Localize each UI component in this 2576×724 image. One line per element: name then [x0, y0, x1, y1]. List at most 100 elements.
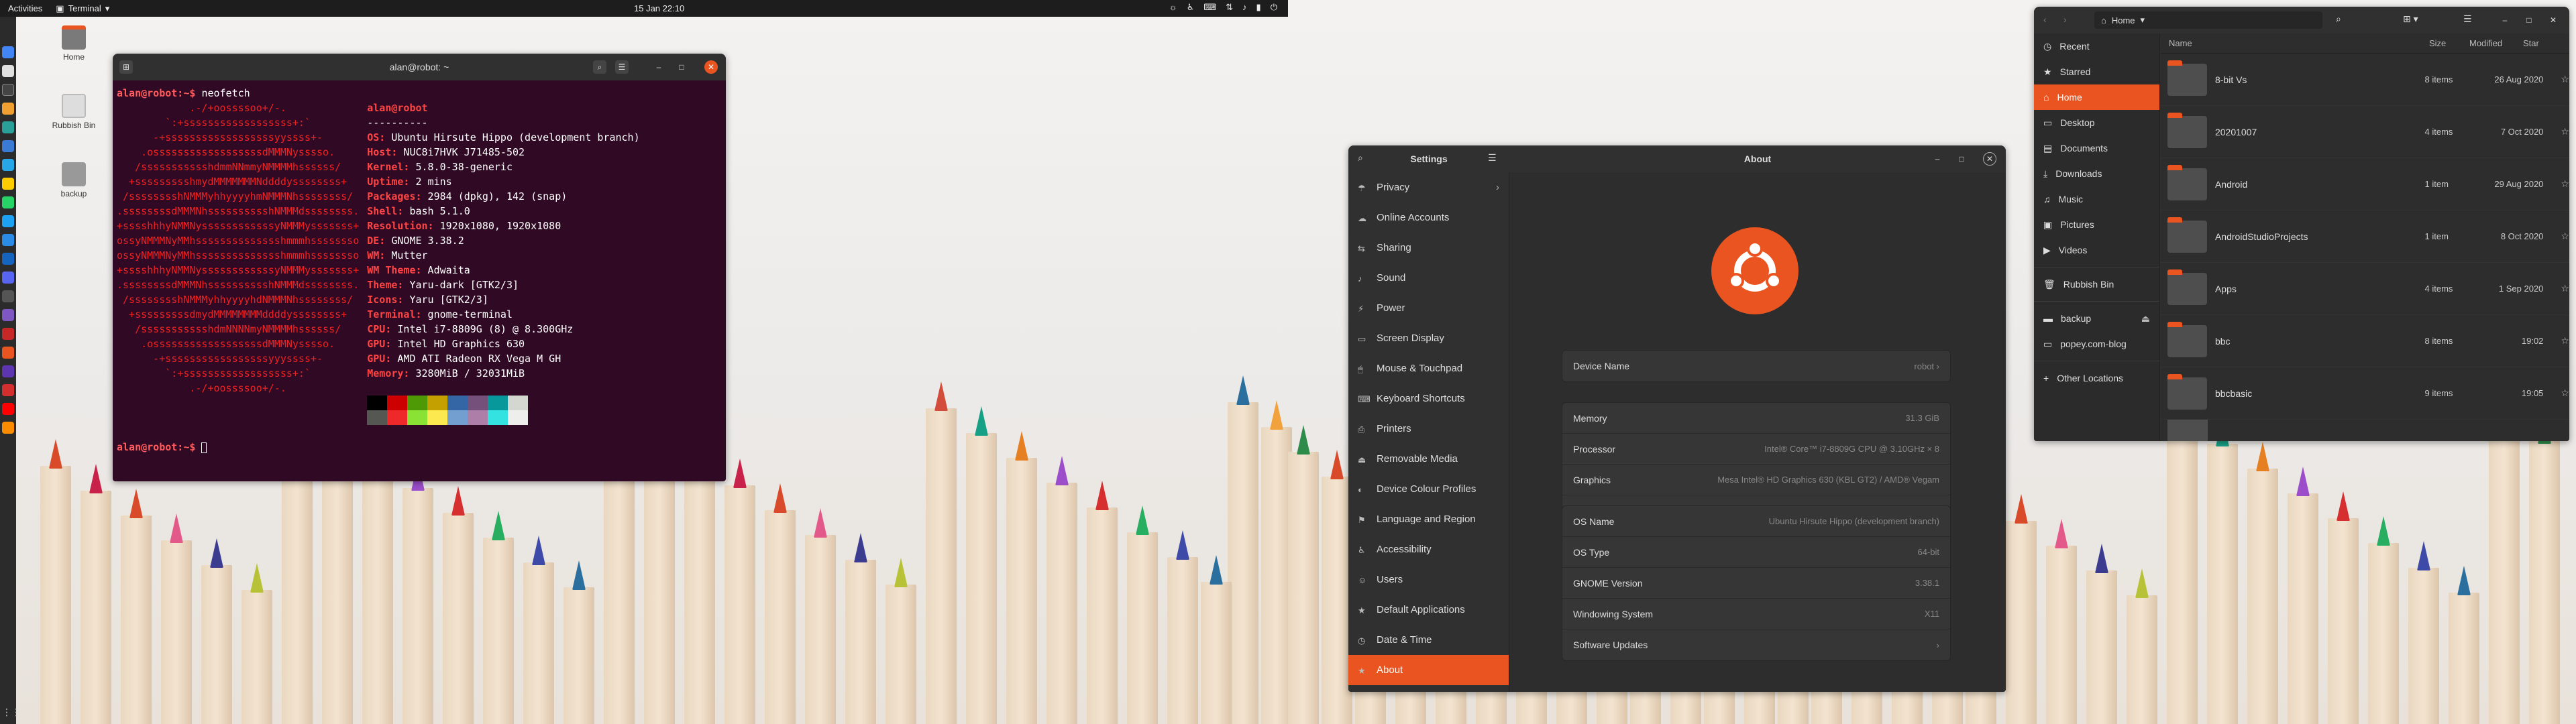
file-row[interactable]: Android 1 item 29 Aug 2020 ☆	[2161, 158, 2569, 210]
files-window[interactable]: ‹ › ⌂ Home ▾ ⌕ ⊞ ▾ ☰ – □ ✕ ◷ Recent ★ Starr…	[2034, 7, 2569, 441]
app-icon[interactable]	[2, 234, 14, 246]
settings-item-sharing[interactable]: ⇆ Sharing	[1348, 233, 1509, 263]
menu-icon[interactable]: ☰	[2463, 13, 2472, 25]
star-icon[interactable]: ☆	[2561, 178, 2569, 190]
star-icon[interactable]: ☆	[2561, 387, 2569, 399]
minimize-icon[interactable]: –	[2498, 13, 2512, 27]
settings-item-printers[interactable]: ⎙ Printers	[1348, 414, 1509, 444]
settings-item-users[interactable]: ☺ Users	[1348, 564, 1509, 595]
settings-titlebar[interactable]: ⌕ Settings ☰ About – □ ✕	[1348, 145, 2006, 172]
search-icon[interactable]: ⌕	[593, 60, 606, 74]
back-icon[interactable]: ‹	[2043, 14, 2047, 25]
path-bar[interactable]: ⌂ Home ▾	[2094, 11, 2322, 29]
sidebar-item-music[interactable]: ♫ Music	[2034, 186, 2159, 212]
new-tab-icon[interactable]: ⊞	[119, 60, 133, 74]
settings-item-mouse-touchpad[interactable]: 🖱 Mouse & Touchpad	[1348, 353, 1509, 383]
column-size[interactable]: Size	[2429, 38, 2469, 48]
maximize-icon[interactable]: □	[675, 60, 688, 74]
sidebar-item-backup[interactable]: ▬ backup ⏏	[2034, 306, 2159, 331]
app-icon[interactable]	[2, 140, 14, 152]
file-row[interactable]	[2161, 420, 2569, 441]
star-icon[interactable]: ☆	[2561, 231, 2569, 242]
column-star[interactable]: Star	[2523, 38, 2550, 48]
minimize-icon[interactable]: –	[652, 60, 665, 74]
sidebar-item-downloads[interactable]: ⤓ Downloads	[2034, 161, 2159, 186]
maximize-icon[interactable]: □	[1955, 152, 1968, 166]
terminal-window[interactable]: ⊞ alan@robot: ~ ⌕ ☰ – □ ✕ alan@robot:~$ …	[113, 54, 726, 481]
sidebar-item-rubbish-bin[interactable]: 🗑 Rubbish Bin	[2034, 272, 2159, 297]
app-icon[interactable]	[2, 253, 14, 265]
settings-item-privacy[interactable]: ☂ Privacy ›	[1348, 172, 1509, 202]
desktop-icon-backup[interactable]: backup	[50, 162, 97, 198]
twitter-icon[interactable]	[2, 215, 14, 227]
software-icon[interactable]	[2, 347, 14, 359]
file-row[interactable]: AndroidStudioProjects 1 item 8 Oct 2020 ☆	[2161, 210, 2569, 263]
sidebar-item-recent[interactable]: ◷ Recent	[2034, 34, 2159, 59]
files-icon[interactable]	[2, 65, 14, 77]
sidebar-item-pictures[interactable]: ▣ Pictures	[2034, 212, 2159, 237]
star-icon[interactable]: ☆	[2561, 283, 2569, 294]
app-menu[interactable]: ▣ Terminal ▾	[50, 3, 115, 14]
column-name[interactable]: Name	[2161, 38, 2429, 48]
star-icon[interactable]: ☆	[2561, 74, 2569, 85]
terminal-output[interactable]: alan@robot:~$ neofetch .-/+oossssoo+/-. …	[113, 80, 726, 460]
settings-item-screen-display[interactable]: ▭ Screen Display	[1348, 323, 1509, 353]
sidebar-item-documents[interactable]: ▤ Documents	[2034, 135, 2159, 161]
app-icon[interactable]	[2, 422, 14, 434]
file-row[interactable]: bbc 8 items 19:02 ☆	[2161, 315, 2569, 367]
file-row[interactable]: 20201007 4 items 7 Oct 2020 ☆	[2161, 106, 2569, 158]
device-name-row[interactable]: Device Name robot ›	[1562, 351, 1950, 381]
forward-icon[interactable]: ›	[2063, 14, 2067, 25]
minimize-icon[interactable]: –	[1931, 152, 1944, 166]
settings-item-removable-media[interactable]: ⏏ Removable Media	[1348, 444, 1509, 474]
path-segment-home[interactable]: Home	[2112, 15, 2135, 25]
column-modified[interactable]: Modified	[2469, 38, 2523, 48]
star-icon[interactable]: ☆	[2561, 126, 2569, 137]
sidebar-item-popey-com-blog[interactable]: ▭ popey.com-blog	[2034, 331, 2159, 357]
menu-icon[interactable]: ☰	[1488, 152, 1497, 164]
sidebar-item-other-locations[interactable]: + Other Locations	[2034, 365, 2159, 391]
app-icon[interactable]	[2, 365, 14, 377]
youtube-icon[interactable]	[2, 403, 14, 415]
sidebar-item-starred[interactable]: ★ Starred	[2034, 59, 2159, 84]
terminal-icon[interactable]	[2, 84, 14, 96]
settings-item-date-time[interactable]: ◷ Date & Time	[1348, 625, 1509, 655]
os-row[interactable]: Software Updates ›	[1562, 629, 1950, 660]
app-icon[interactable]	[2, 384, 14, 396]
eject-icon[interactable]: ⏏	[2141, 313, 2150, 324]
settings-item-online-accounts[interactable]: ☁ Online Accounts	[1348, 202, 1509, 233]
app-icon[interactable]	[2, 290, 14, 302]
maximize-icon[interactable]: □	[2522, 13, 2536, 27]
desktop-icon-home[interactable]: Home	[50, 25, 97, 62]
close-icon[interactable]: ✕	[2546, 13, 2560, 27]
app-icon[interactable]	[2, 121, 14, 133]
sidebar-item-desktop[interactable]: ▭ Desktop	[2034, 110, 2159, 135]
desktop-icon-rubbish-bin[interactable]: Rubbish Bin	[50, 94, 97, 130]
search-icon[interactable]: ⌕	[2336, 13, 2341, 25]
close-icon[interactable]: ✕	[704, 60, 718, 74]
file-row[interactable]: 8-bit Vs 8 items 26 Aug 2020 ☆	[2161, 54, 2569, 106]
settings-item-power[interactable]: ⚡ Power	[1348, 293, 1509, 323]
settings-window[interactable]: ⌕ Settings ☰ About – □ ✕ ☂ Privacy › ☁ Onlin…	[1348, 145, 2006, 692]
close-icon[interactable]: ✕	[1983, 152, 1996, 166]
sidebar-item-home[interactable]: ⌂ Home	[2034, 84, 2159, 110]
file-row[interactable]: bbcbasic 9 items 19:05 ☆	[2161, 367, 2569, 420]
settings-item-about[interactable]: ★ About	[1348, 655, 1509, 685]
view-toggle-icon[interactable]: ⊞ ▾	[2403, 13, 2418, 25]
show-apps-icon[interactable]: ⋮⋮	[2, 707, 21, 719]
star-icon[interactable]: ☆	[2561, 335, 2569, 347]
app-icon[interactable]	[2, 178, 14, 190]
activities-button[interactable]: Activities	[0, 3, 50, 13]
settings-item-language-and-region[interactable]: ⚑ Language and Region	[1348, 504, 1509, 534]
settings-item-default-applications[interactable]: ★ Default Applications	[1348, 595, 1509, 625]
device-name-card[interactable]: Device Name robot ›	[1562, 350, 1951, 382]
clock[interactable]: 15 Jan 22:10	[634, 3, 684, 13]
app-icon[interactable]	[2, 309, 14, 321]
chrome-icon[interactable]	[2, 46, 14, 58]
app-icon[interactable]	[2, 103, 14, 115]
system-tray[interactable]: ☼ ♿ ⌨ ⇅ ♪ ▮ ⏻	[1169, 2, 1277, 13]
settings-item-accessibility[interactable]: ♿ Accessibility	[1348, 534, 1509, 564]
file-row[interactable]: Apps 4 items 1 Sep 2020 ☆	[2161, 263, 2569, 315]
whatsapp-icon[interactable]	[2, 196, 14, 208]
menu-icon[interactable]: ☰	[615, 60, 629, 74]
